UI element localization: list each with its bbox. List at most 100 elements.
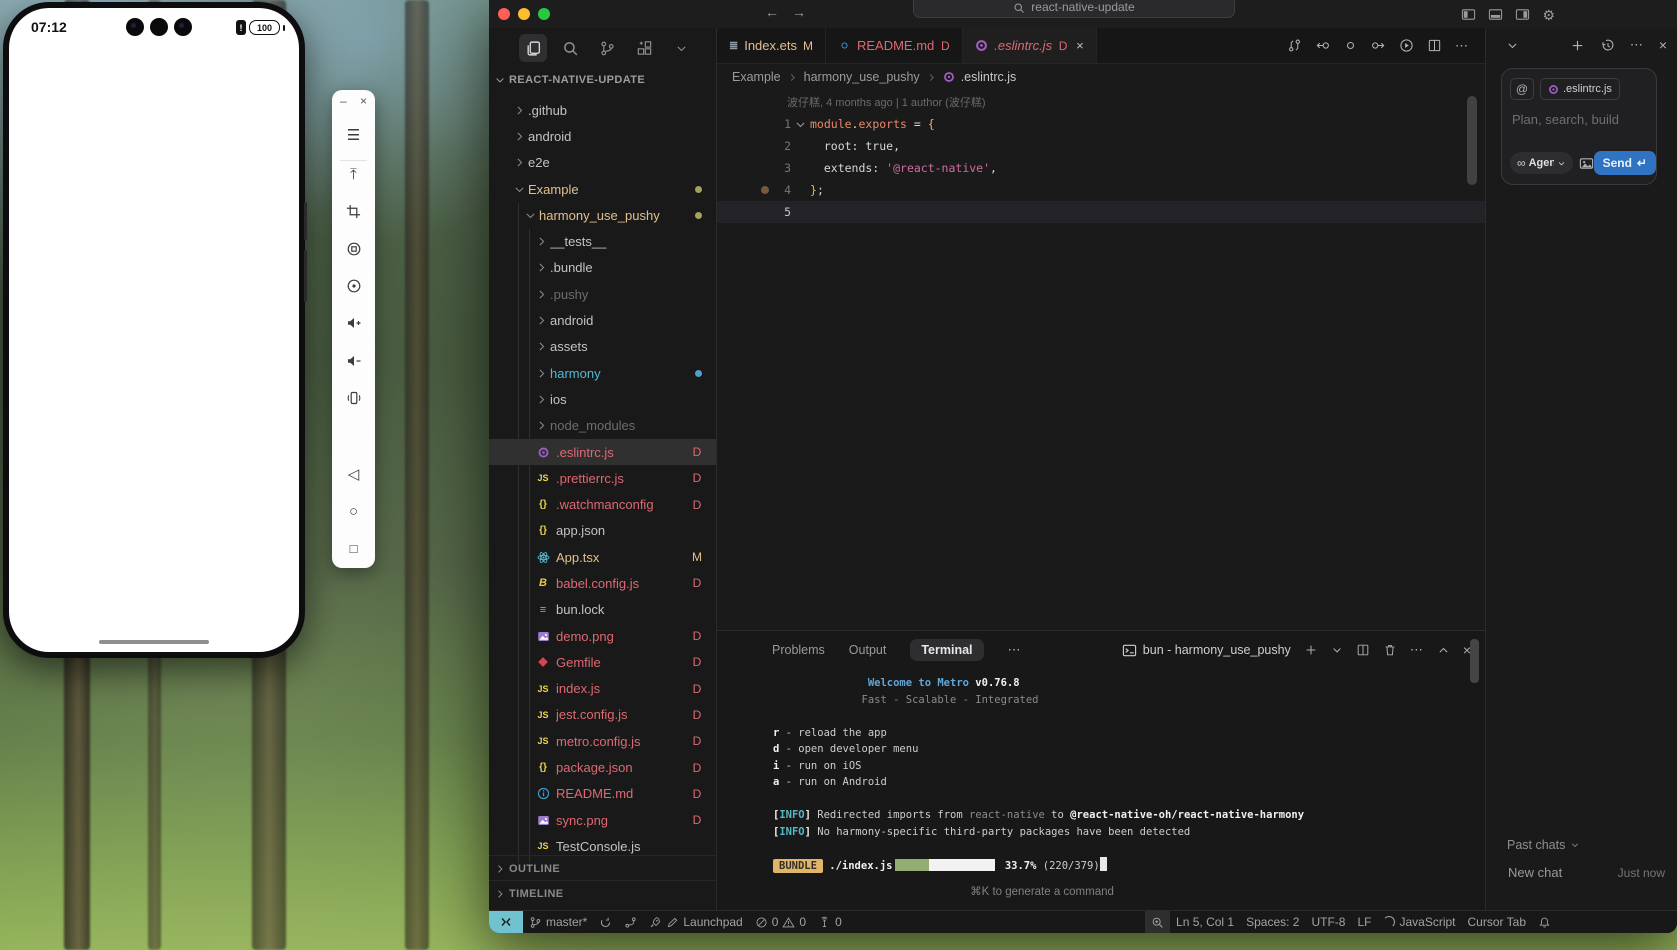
scroll-top-icon[interactable]: ⤒ bbox=[332, 163, 375, 185]
source-control-view-button[interactable] bbox=[593, 34, 621, 62]
volume-up-icon[interactable] bbox=[332, 312, 375, 334]
nav-back-button[interactable]: ◁ bbox=[332, 463, 375, 485]
encoding-status[interactable]: UTF-8 bbox=[1305, 911, 1351, 933]
tree-item-README.md[interactable]: README.mdD bbox=[489, 781, 716, 807]
new-terminal-icon[interactable] bbox=[1304, 643, 1318, 657]
toggle-panel-icon[interactable] bbox=[1488, 7, 1503, 22]
tree-item-android[interactable]: android bbox=[489, 123, 716, 149]
previous-change-icon[interactable] bbox=[1315, 38, 1330, 53]
tree-item-sync.png[interactable]: sync.pngD bbox=[489, 807, 716, 833]
tree-item-android[interactable]: android bbox=[489, 307, 716, 333]
close-icon[interactable]: × bbox=[360, 94, 367, 110]
code-lines[interactable]: 1module.exports = {2 root: true,3 extend… bbox=[717, 113, 1485, 223]
volume-button[interactable] bbox=[304, 202, 307, 240]
more-panel-tabs-icon[interactable]: ⋯ bbox=[1008, 642, 1022, 658]
terminal-dropdown-chevron-icon[interactable] bbox=[1331, 644, 1343, 656]
problems-status[interactable]: 0 0 bbox=[749, 911, 812, 933]
tree-item-jest.config.js[interactable]: JSjest.config.jsD bbox=[489, 702, 716, 728]
code-line-4[interactable]: 4}; bbox=[717, 179, 1485, 201]
launchpad-status[interactable]: Launchpad bbox=[643, 911, 748, 933]
send-button[interactable]: Send ↵ bbox=[1594, 151, 1656, 175]
breadcrumb-item[interactable]: harmony_use_pushy bbox=[804, 70, 920, 84]
sync-status[interactable] bbox=[593, 911, 618, 933]
tree-item-.bundle[interactable]: .bundle bbox=[489, 255, 716, 281]
kill-terminal-icon[interactable] bbox=[1383, 643, 1397, 657]
code-line-3[interactable]: 3 extends: '@react-native', bbox=[717, 157, 1485, 179]
cursor-tab-status[interactable]: Cursor Tab bbox=[1462, 911, 1532, 933]
tree-item-Example[interactable]: Example bbox=[489, 176, 716, 202]
close-chat-icon[interactable]: × bbox=[1659, 37, 1667, 53]
terminal-more-actions-icon[interactable]: ⋯ bbox=[1410, 642, 1424, 658]
tab-index-ets[interactable]: ≣ Index.ets M bbox=[717, 28, 826, 63]
tree-item-e2e[interactable]: e2e bbox=[489, 150, 716, 176]
gear-icon[interactable]: ⚙ bbox=[1542, 8, 1555, 22]
terminal-scrollbar[interactable] bbox=[1470, 639, 1479, 683]
screenshot-icon[interactable] bbox=[332, 238, 375, 260]
maximize-window-button[interactable] bbox=[538, 8, 550, 20]
menu-icon[interactable]: ☰ bbox=[332, 124, 375, 146]
tree-item-.pushy[interactable]: .pushy bbox=[489, 281, 716, 307]
crop-icon[interactable] bbox=[332, 200, 375, 222]
shake-device-icon[interactable] bbox=[332, 387, 375, 409]
minimize-icon[interactable]: – bbox=[340, 94, 347, 110]
code-line-5[interactable]: 5 bbox=[717, 201, 1485, 223]
maximize-panel-icon[interactable] bbox=[1437, 644, 1450, 657]
breadcrumb[interactable]: Example harmony_use_pushy .eslintrc.js bbox=[717, 63, 1485, 91]
attach-image-icon[interactable] bbox=[1579, 156, 1594, 171]
tree-item-.eslintrc.js[interactable]: .eslintrc.jsD bbox=[489, 439, 716, 465]
split-terminal-icon[interactable] bbox=[1356, 643, 1370, 657]
open-changes-icon[interactable] bbox=[1287, 38, 1302, 53]
indentation-status[interactable]: Spaces: 2 bbox=[1240, 911, 1305, 933]
ports-status[interactable]: 0 bbox=[812, 911, 848, 933]
volume-down-icon[interactable] bbox=[332, 350, 375, 372]
chat-input-card[interactable]: @ .eslintrc.js Plan, search, build ∞ Age… bbox=[1501, 68, 1657, 185]
tree-item-.github[interactable]: .github bbox=[489, 97, 716, 123]
cursor-position-status[interactable]: Ln 5, Col 1 bbox=[1170, 911, 1240, 933]
tree-item-__tests__[interactable]: __tests__ bbox=[489, 228, 716, 254]
context-chip[interactable]: .eslintrc.js bbox=[1540, 78, 1620, 100]
breadcrumb-item[interactable]: Example bbox=[732, 70, 781, 84]
power-button[interactable] bbox=[304, 250, 307, 302]
breadcrumb-item[interactable]: .eslintrc.js bbox=[961, 70, 1017, 84]
chat-history-icon[interactable] bbox=[1600, 38, 1615, 53]
close-window-button[interactable] bbox=[498, 8, 510, 20]
tab-readme-md[interactable]: README.md D bbox=[826, 28, 963, 63]
tab-problems[interactable]: Problems bbox=[772, 643, 825, 657]
nav-home-button[interactable]: ○ bbox=[332, 500, 375, 522]
notifications-status[interactable] bbox=[1532, 911, 1557, 933]
more-actions-icon[interactable]: ⋯ bbox=[1455, 38, 1469, 54]
revert-icon[interactable] bbox=[1343, 38, 1358, 53]
timeline-section-header[interactable]: TIMELINE bbox=[489, 880, 716, 906]
tab-eslintrc-js[interactable]: .eslintrc.js D × bbox=[963, 28, 1096, 63]
more-views-chevron-icon[interactable] bbox=[667, 34, 695, 62]
home-indicator[interactable] bbox=[99, 640, 209, 644]
chat-more-icon[interactable]: ⋯ bbox=[1630, 37, 1644, 53]
tree-item-node_modules[interactable]: node_modules bbox=[489, 413, 716, 439]
history-forward-button[interactable]: → bbox=[792, 4, 806, 20]
tree-item-index.js[interactable]: JSindex.jsD bbox=[489, 676, 716, 702]
git-branch-status[interactable]: master* bbox=[523, 911, 593, 933]
tab-output[interactable]: Output bbox=[849, 643, 887, 657]
past-chats-header[interactable]: Past chats bbox=[1507, 838, 1580, 852]
tree-item-.prettierrc.js[interactable]: JS.prettierrc.jsD bbox=[489, 465, 716, 491]
terminal-session[interactable]: bun - harmony_use_pushy bbox=[1122, 643, 1291, 658]
tree-item-App.tsx[interactable]: App.tsxM bbox=[489, 544, 716, 570]
code-line-1[interactable]: 1module.exports = { bbox=[717, 113, 1485, 135]
next-change-icon[interactable] bbox=[1371, 38, 1386, 53]
tree-item-app.json[interactable]: {}app.json bbox=[489, 518, 716, 544]
command-center-search[interactable]: react-native-update bbox=[913, 0, 1235, 18]
language-status[interactable]: JavaScript bbox=[1377, 911, 1461, 933]
close-tab-icon[interactable]: × bbox=[1076, 38, 1084, 53]
outline-section-header[interactable]: OUTLINE bbox=[489, 855, 716, 881]
tree-item-assets[interactable]: assets bbox=[489, 334, 716, 360]
explorer-view-button[interactable] bbox=[519, 34, 547, 62]
extensions-view-button[interactable] bbox=[630, 34, 658, 62]
editor-scrollbar[interactable] bbox=[1467, 96, 1477, 185]
tree-item-demo.png[interactable]: demo.pngD bbox=[489, 623, 716, 649]
toggle-secondary-sidebar-icon[interactable] bbox=[1515, 7, 1530, 22]
screen-record-icon[interactable] bbox=[332, 275, 375, 297]
search-view-button[interactable] bbox=[556, 34, 584, 62]
tree-item-.watchmanconfig[interactable]: {}.watchmanconfigD bbox=[489, 491, 716, 517]
minimize-window-button[interactable] bbox=[518, 8, 530, 20]
history-back-button[interactable]: ← bbox=[765, 4, 779, 20]
